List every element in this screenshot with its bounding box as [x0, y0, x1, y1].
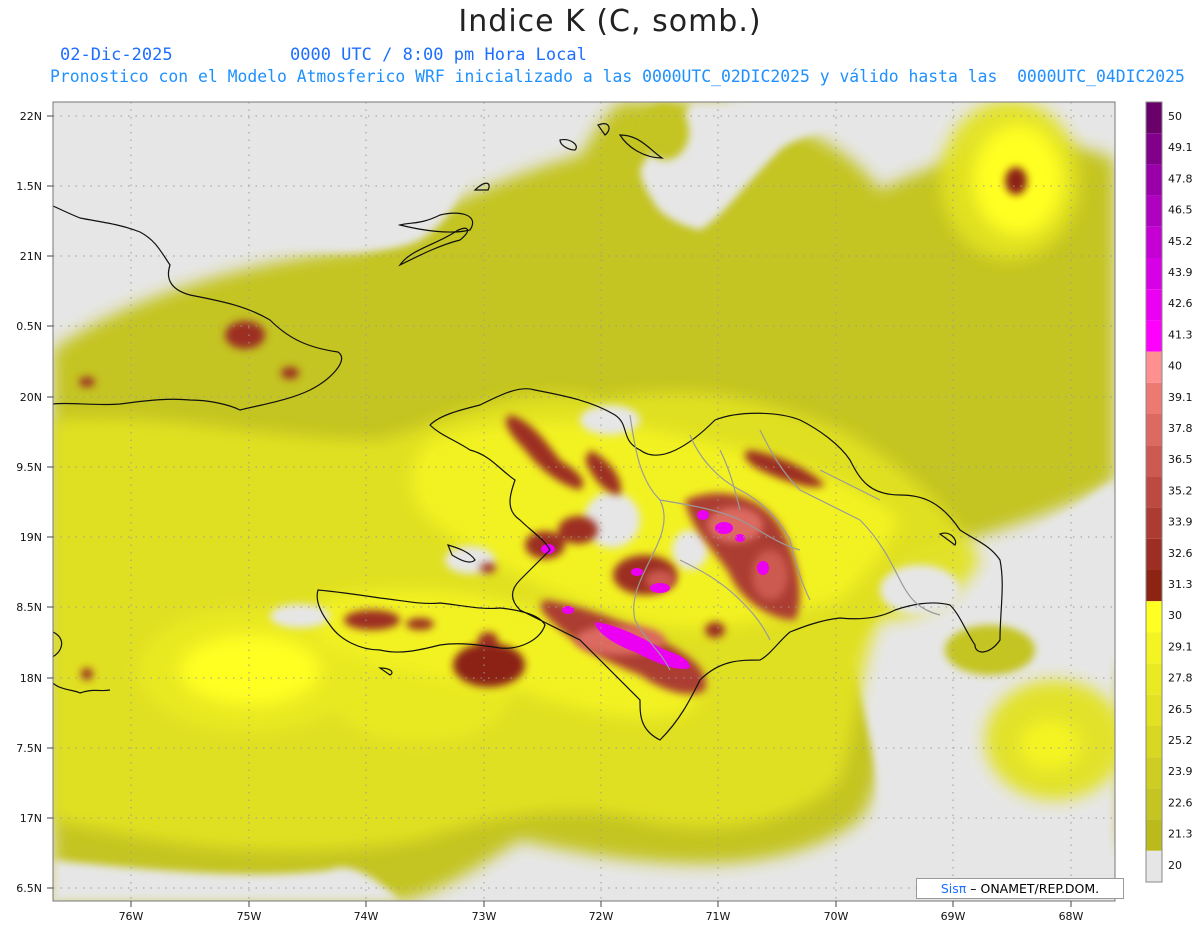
colorbar-label: 45.2 [1168, 235, 1193, 248]
colorbar-swatch [1146, 788, 1162, 820]
colorbar-swatch [1146, 133, 1162, 165]
colorbar-label: 39.1 [1168, 391, 1193, 404]
colorbar-swatch [1146, 819, 1162, 851]
colorbar-label: 42.6 [1168, 297, 1193, 310]
lat-label: 8.5N [16, 601, 42, 614]
colorbar-label: 43.9 [1168, 266, 1193, 279]
lon-label: 74W [354, 910, 379, 923]
lon-label: 72W [589, 910, 614, 923]
time-label: 0000 UTC / 8:00 pm Hora Local [290, 45, 587, 65]
colorbar: 50 49.1 47.8 46.5 45.2 43.9 42.6 41.3 40 39.1 37.8… [1145, 101, 1193, 883]
lat-label: 22N [20, 110, 42, 123]
colorbar-label: 50 [1168, 110, 1182, 123]
credit-text: – ONAMET/REP.DOM. [966, 881, 1100, 896]
colorbar-label: 21.3 [1168, 828, 1193, 841]
lat-label: 17N [20, 812, 42, 825]
lon-label: 76W [119, 910, 144, 923]
lon-label: 75W [237, 910, 262, 923]
colorbar-label: 40 [1168, 360, 1182, 373]
colorbar-swatch [1146, 382, 1162, 414]
colorbar-swatch [1146, 570, 1162, 602]
lat-label: 9.5N [16, 461, 42, 474]
colorbar-label: 22.6 [1168, 796, 1193, 809]
colorbar-swatch [1146, 757, 1162, 789]
k-index-map: 22N 1.5N 21N 0.5N 20N 9.5N 19N 8.5N 18N … [16, 101, 1193, 923]
colorbar-label: 29.1 [1168, 640, 1193, 653]
colorbar-swatch [1146, 445, 1162, 477]
colorbar-swatch [1146, 226, 1162, 258]
lat-label: 18N [20, 672, 42, 685]
lat-label: 19N [20, 531, 42, 544]
colorbar-swatch [1146, 351, 1162, 383]
colorbar-label: 46.5 [1168, 204, 1193, 217]
lat-label: 0.5N [16, 320, 42, 333]
lon-label: 73W [472, 910, 497, 923]
colorbar-label: 25.2 [1168, 734, 1193, 747]
lon-label: 71W [706, 910, 731, 923]
k-index-field [53, 102, 1115, 901]
lon-label: 70W [824, 910, 849, 923]
latitude-labels: 22N 1.5N 21N 0.5N 20N 9.5N 19N 8.5N 18N … [16, 110, 42, 895]
colorbar-swatch [1146, 601, 1162, 633]
date-label: 02-Dic-2025 [60, 45, 173, 65]
lon-label: 69W [941, 910, 966, 923]
colorbar-swatch [1146, 663, 1162, 695]
colorbar-swatch [1146, 164, 1162, 196]
colorbar-label: 49.1 [1168, 141, 1193, 154]
colorbar-swatch [1146, 289, 1162, 321]
colorbar-label: 36.5 [1168, 453, 1193, 466]
colorbar-swatch [1146, 476, 1162, 508]
lat-label: 7.5N [16, 742, 42, 755]
colorbar-swatch [1146, 320, 1162, 352]
colorbar-swatch [1146, 258, 1162, 290]
colorbar-label: 47.8 [1168, 172, 1193, 185]
longitude-labels: 76W 75W 74W 73W 72W 71W 70W 69W 68W [119, 910, 1084, 923]
colorbar-label: 33.9 [1168, 516, 1193, 529]
colorbar-label: 26.5 [1168, 703, 1193, 716]
lat-label: 21N [20, 250, 42, 263]
colorbar-label: 30 [1168, 609, 1182, 622]
colorbar-label: 27.8 [1168, 672, 1193, 685]
colorbar-label: 20 [1168, 859, 1182, 872]
colorbar-swatch [1146, 195, 1162, 227]
colorbar-swatch [1146, 850, 1162, 882]
lon-label: 68W [1059, 910, 1084, 923]
colorbar-label: 41.3 [1168, 328, 1193, 341]
colorbar-swatch [1146, 507, 1162, 539]
colorbar-label: 32.6 [1168, 547, 1193, 560]
colorbar-swatch [1146, 726, 1162, 758]
map-title: Indice K (C, somb.) [458, 4, 762, 39]
model-info-label: Pronostico con el Modelo Atmosferico WRF… [50, 67, 1185, 86]
colorbar-swatch [1146, 102, 1162, 134]
lat-label: 20N [20, 391, 42, 404]
colorbar-label: 35.2 [1168, 484, 1193, 497]
lat-label: 6.5N [16, 882, 42, 895]
credit-box: Sisπ – ONAMET/REP.DOM. [916, 878, 1124, 899]
colorbar-label: 31.3 [1168, 578, 1193, 591]
colorbar-label: 23.9 [1168, 765, 1193, 778]
colorbar-label: 37.8 [1168, 422, 1193, 435]
lat-label: 1.5N [16, 180, 42, 193]
colorbar-swatch [1146, 414, 1162, 446]
colorbar-swatch [1146, 538, 1162, 570]
colorbar-swatch [1146, 632, 1162, 664]
colorbar-swatch [1146, 694, 1162, 726]
credit-brand: Sisπ [940, 881, 967, 896]
